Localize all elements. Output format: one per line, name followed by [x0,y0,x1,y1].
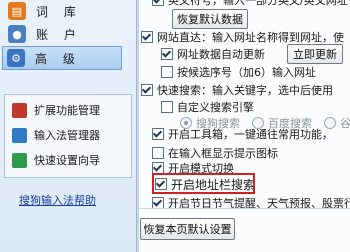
highlight-annotation [152,173,255,194]
ime-manager-link[interactable]: 输入法管理器 [7,124,129,146]
settings-sidebar: ▤ 词 库 ● 账 户 ⚙ 高 级 扩展功能管理 输入法管理器 快速设置向导 搜… [0,0,137,252]
sidebar-item-label: 词 库 [36,4,82,19]
help-link[interactable]: 搜狗输入法帮助 [19,192,96,208]
restore-page-default-button[interactable]: 恢复本页默认设置 [140,218,235,240]
option-label: 按候选序号（加6）输入网址 [177,66,316,79]
divider [138,208,350,209]
puzzle-icon [12,102,27,118]
update-now-button[interactable]: 立即更新 [287,44,343,64]
sidebar-item-account[interactable]: ● 账 户 [4,23,120,45]
sidebar-item-advanced[interactable]: ⚙ 高 级 [2,46,122,70]
url-auto-update-option[interactable]: 网址数据自动更新 [161,46,265,62]
candidate-url-option[interactable]: 按候选序号（加6）输入网址 [161,64,316,80]
sidebar-item-label: 高 级 [35,51,81,66]
checkbox[interactable] [152,0,164,6]
tool-label: 快速设置向导 [34,154,100,167]
candidate-url-checkbox[interactable] [161,66,173,78]
book-icon: ▤ [8,2,26,20]
option-label: 快速搜索：输入关键字，选中后使用 [157,84,333,97]
option-label: 网址数据自动更新 [177,48,265,61]
tools-panel: 扩展功能管理 输入法管理器 快速设置向导 [4,94,132,178]
sidebar-item-dictionary[interactable]: ▤ 词 库 [4,0,120,22]
quick-search-option[interactable]: 快速搜索：输入关键字，选中后使用 [141,82,333,98]
sidebar-item-label: 账 户 [36,27,82,42]
input-box-icon-option[interactable]: 在输入框显示提示图标 [152,145,278,161]
setup-wizard-link[interactable]: 快速设置向导 [7,149,129,171]
user-icon: ● [8,25,26,43]
option-label: 开启工具箱，一键通往常用功能， [168,128,333,141]
top-cut-row[interactable]: 英文符号，输入一部分英文/英文网址 [152,0,348,7]
restore-default-data-button[interactable]: 恢复默认数据 [172,9,248,29]
quick-search-checkbox[interactable] [141,84,153,96]
option-label: 英文符号，输入一部分英文/英文网址 [168,0,348,7]
website-direct-checkbox[interactable] [141,31,153,43]
custom-search-engine-checkbox[interactable] [161,101,173,113]
website-direct-option[interactable]: 网站直达：输入网址名称得到网址，使 [141,29,344,45]
tool-label: 扩展功能管理 [34,104,100,117]
toolbar-checkbox[interactable] [152,128,164,140]
option-label: 网站直达：输入网址名称得到网址，使 [157,31,344,44]
manager-icon [12,127,27,143]
custom-search-engine-option[interactable]: 自定义搜索引擎 [161,99,254,115]
wizard-icon [12,152,27,168]
gear-icon: ⚙ [7,49,25,67]
toolbar-option[interactable]: 开启工具箱，一键通往常用功能， [152,126,333,142]
tool-label: 输入法管理器 [34,129,100,142]
engine-label: 谷 [340,117,350,130]
url-auto-update-checkbox[interactable] [161,48,173,60]
option-label: 自定义搜索引擎 [177,101,254,114]
input-box-icon-checkbox[interactable] [152,147,164,159]
extension-manager-link[interactable]: 扩展功能管理 [7,99,129,121]
option-label: 在输入框显示提示图标 [168,147,278,160]
